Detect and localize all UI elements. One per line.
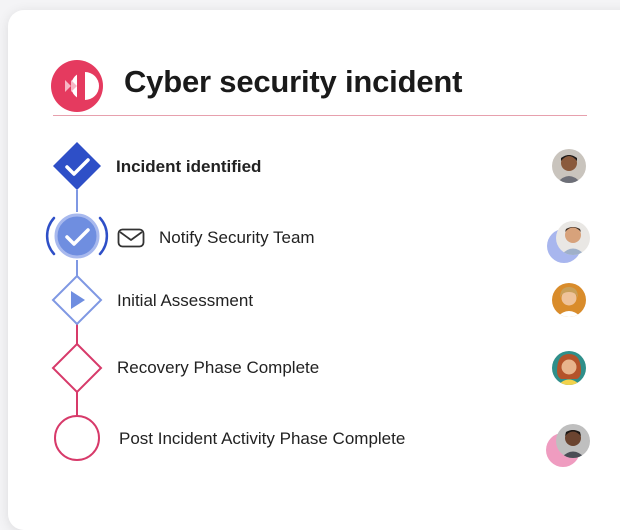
avatar[interactable]: [552, 149, 586, 183]
avatar[interactable]: [552, 283, 586, 317]
check-diamond-icon: [53, 142, 101, 190]
step-label-4[interactable]: Recovery Phase Complete: [117, 358, 319, 378]
mail-icon: [117, 228, 145, 248]
workflow-timeline: [45, 142, 109, 461]
check-circle-icon: [45, 213, 109, 259]
step-label-5[interactable]: Post Incident Activity Phase Complete: [119, 429, 405, 449]
play-diamond-icon: [51, 274, 103, 326]
circle-outline-icon: [54, 415, 100, 461]
diamond-outline-icon: [51, 342, 103, 394]
avatar[interactable]: [552, 351, 586, 385]
avatar[interactable]: [556, 221, 590, 255]
step-label-1[interactable]: Incident identified: [116, 157, 261, 177]
avatar[interactable]: [556, 424, 590, 458]
step-label-2[interactable]: Notify Security Team: [159, 228, 315, 248]
step-label-3[interactable]: Initial Assessment: [117, 291, 253, 311]
